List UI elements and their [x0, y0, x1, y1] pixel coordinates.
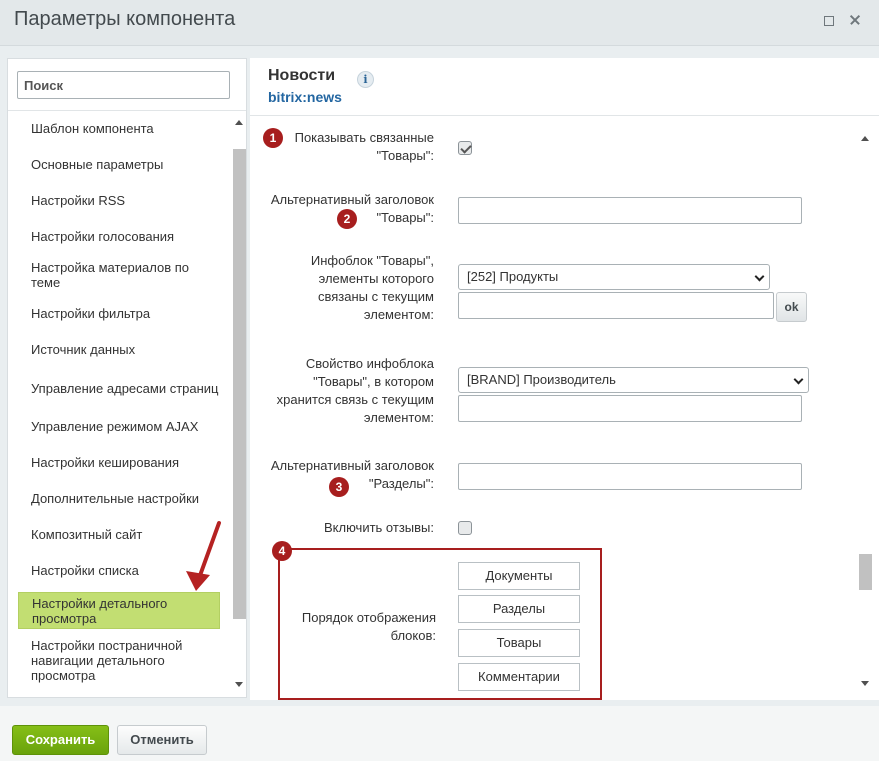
sidebar-item-label: Настройка материалов по теме: [31, 260, 189, 290]
annotation-badge: 4: [272, 541, 292, 561]
sidebar-item-urls[interactable]: Управление адресами страниц: [18, 370, 220, 406]
panel-divider: [250, 115, 879, 116]
window-titlebar: Параметры компонента: [0, 0, 879, 46]
sidebar-item-template[interactable]: Шаблон компонента: [18, 114, 220, 142]
sidebar-divider: [8, 110, 246, 111]
iblock-goods-extra-input[interactable]: [458, 292, 774, 319]
scroll-down-icon[interactable]: [235, 682, 243, 687]
sidebar-item-label: Настройки голосования: [31, 228, 175, 244]
annotation-badge: 2: [337, 209, 357, 229]
scroll-up-icon[interactable]: [235, 120, 243, 125]
enable-reviews-label: Включить отзывы:: [324, 520, 434, 535]
sidebar-item-voting[interactable]: Настройки голосования: [18, 222, 220, 250]
component-code: bitrix:news: [268, 89, 342, 105]
order-item-comments[interactable]: Комментарии: [458, 663, 580, 691]
sidebar-item-label: Настройки RSS: [31, 192, 126, 208]
close-icon[interactable]: [848, 12, 864, 28]
sidebar-scrollbar[interactable]: [232, 114, 246, 694]
scrollbar-thumb[interactable]: [859, 554, 872, 590]
blocks-order-box: 4 Порядок отображения блоков: Документы …: [272, 541, 602, 700]
scroll-up-icon[interactable]: [861, 136, 869, 141]
component-settings-panel: Новости i bitrix:news 1 Показывать связа…: [250, 58, 879, 700]
iblock-property-selected: [BRAND] Производитель: [467, 372, 616, 387]
iblock-goods-label: Инфоблок "Товары", элементы которого свя…: [310, 253, 434, 322]
sidebar-item-cache[interactable]: Настройки кеширования: [18, 448, 220, 476]
order-item-goods[interactable]: Товары: [458, 629, 580, 657]
component-title: Новости: [268, 67, 336, 84]
blocks-order-label: Порядок отображения блоков:: [301, 610, 436, 643]
window-title: Параметры компонента: [14, 8, 236, 30]
annotation-badge: 3: [329, 477, 349, 497]
sidebar-item-additional[interactable]: Дополнительные настройки: [18, 484, 220, 512]
enable-reviews-checkbox[interactable]: [458, 521, 472, 535]
sidebar-item-label: Шаблон компонента: [31, 120, 154, 136]
sidebar-list: Шаблон компонента Основные параметры Нас…: [8, 114, 230, 694]
info-icon[interactable]: i: [357, 71, 374, 88]
panel-scrollbar[interactable]: [858, 132, 872, 692]
show-related-label: Показывать связанные "Товары":: [294, 130, 434, 163]
iblock-goods-select[interactable]: [252] Продукты: [458, 264, 770, 290]
maximize-icon[interactable]: [820, 12, 836, 28]
save-button[interactable]: Сохранить: [12, 725, 109, 755]
ok-button[interactable]: ok: [776, 292, 807, 322]
sidebar-item-related[interactable]: Настройка материалов по теме: [18, 257, 220, 293]
sidebar-item-rss[interactable]: Настройки RSS: [18, 186, 220, 214]
chevron-down-icon: [754, 271, 765, 282]
chevron-down-icon: [793, 374, 804, 385]
alt-title-goods-input[interactable]: [458, 197, 802, 224]
sidebar-item-label: Источник данных: [31, 341, 136, 357]
sidebar-item-label: Композитный сайт: [31, 526, 143, 542]
order-item-documents[interactable]: Документы: [458, 562, 580, 590]
search-input[interactable]: [17, 71, 230, 99]
sidebar-item-datasource[interactable]: Источник данных: [18, 335, 220, 363]
alt-title-sections-input[interactable]: [458, 463, 802, 490]
sidebar-item-label: Настройки кеширования: [31, 454, 180, 470]
sidebar-item-label: Дополнительные настройки: [31, 490, 200, 506]
sidebar-item-detail[interactable]: Настройки детального просмотра: [18, 592, 220, 629]
dialog-footer: Сохранить Отменить: [0, 706, 879, 761]
scroll-down-icon[interactable]: [861, 681, 869, 686]
sidebar-item-label: Управление адресами страниц: [31, 380, 219, 396]
sidebar-item-label: Управление режимом AJAX: [31, 418, 199, 434]
iblock-property-select[interactable]: [BRAND] Производитель: [458, 367, 809, 393]
sidebar-item-detail-pager[interactable]: Настройки постраничной навигации детальн…: [18, 634, 220, 686]
sidebar-item-label: Настройки фильтра: [31, 305, 151, 321]
sidebar-item-ajax[interactable]: Управление режимом AJAX: [18, 412, 220, 440]
order-item-sections[interactable]: Разделы: [458, 595, 580, 623]
sidebar-item-label: Настройки детального просмотра: [32, 595, 168, 626]
show-related-checkbox[interactable]: [458, 141, 472, 155]
settings-sidebar: Шаблон компонента Основные параметры Нас…: [7, 58, 247, 698]
sidebar-item-label: Основные параметры: [31, 156, 164, 172]
sidebar-item-main[interactable]: Основные параметры: [18, 150, 220, 178]
iblock-goods-selected: [252] Продукты: [467, 269, 559, 284]
iblock-property-label: Свойство инфоблока "Товары", в котором х…: [276, 356, 434, 425]
cancel-button[interactable]: Отменить: [117, 725, 207, 755]
sidebar-item-filter[interactable]: Настройки фильтра: [18, 299, 220, 327]
sidebar-item-label: Настройки списка: [31, 562, 139, 578]
iblock-property-extra-input[interactable]: [458, 395, 802, 422]
alt-title-sections-label: Альтернативный заголовок "Разделы":: [270, 458, 434, 491]
sidebar-item-label: Настройки постраничной навигации детальн…: [31, 637, 183, 683]
arrow-annotation-icon: [186, 521, 221, 591]
